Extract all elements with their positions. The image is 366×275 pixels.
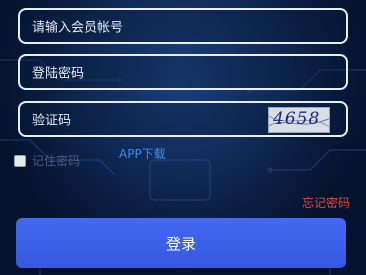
password-input[interactable]: 登陆密码 [18, 54, 348, 90]
remember-checkbox[interactable] [14, 154, 26, 167]
captcha-input[interactable]: 验证码 4658 [18, 101, 348, 137]
remember-password[interactable]: 记住密码 [14, 152, 80, 169]
captcha-placeholder: 验证码 [32, 113, 72, 129]
app-download-link[interactable]: APP下载 [119, 145, 166, 162]
password-placeholder: 登陆密码 [32, 66, 85, 82]
remember-label: 记住密码 [32, 154, 81, 168]
account-input[interactable]: 请输入会员帐号 [18, 8, 348, 44]
captcha-code: 4658 [273, 109, 321, 129]
login-button[interactable]: 登录 [16, 218, 346, 268]
captcha-image[interactable]: 4658 [268, 107, 330, 133]
forgot-password-link[interactable]: 忘记密码 [302, 194, 350, 211]
account-placeholder: 请输入会员帐号 [32, 20, 124, 36]
